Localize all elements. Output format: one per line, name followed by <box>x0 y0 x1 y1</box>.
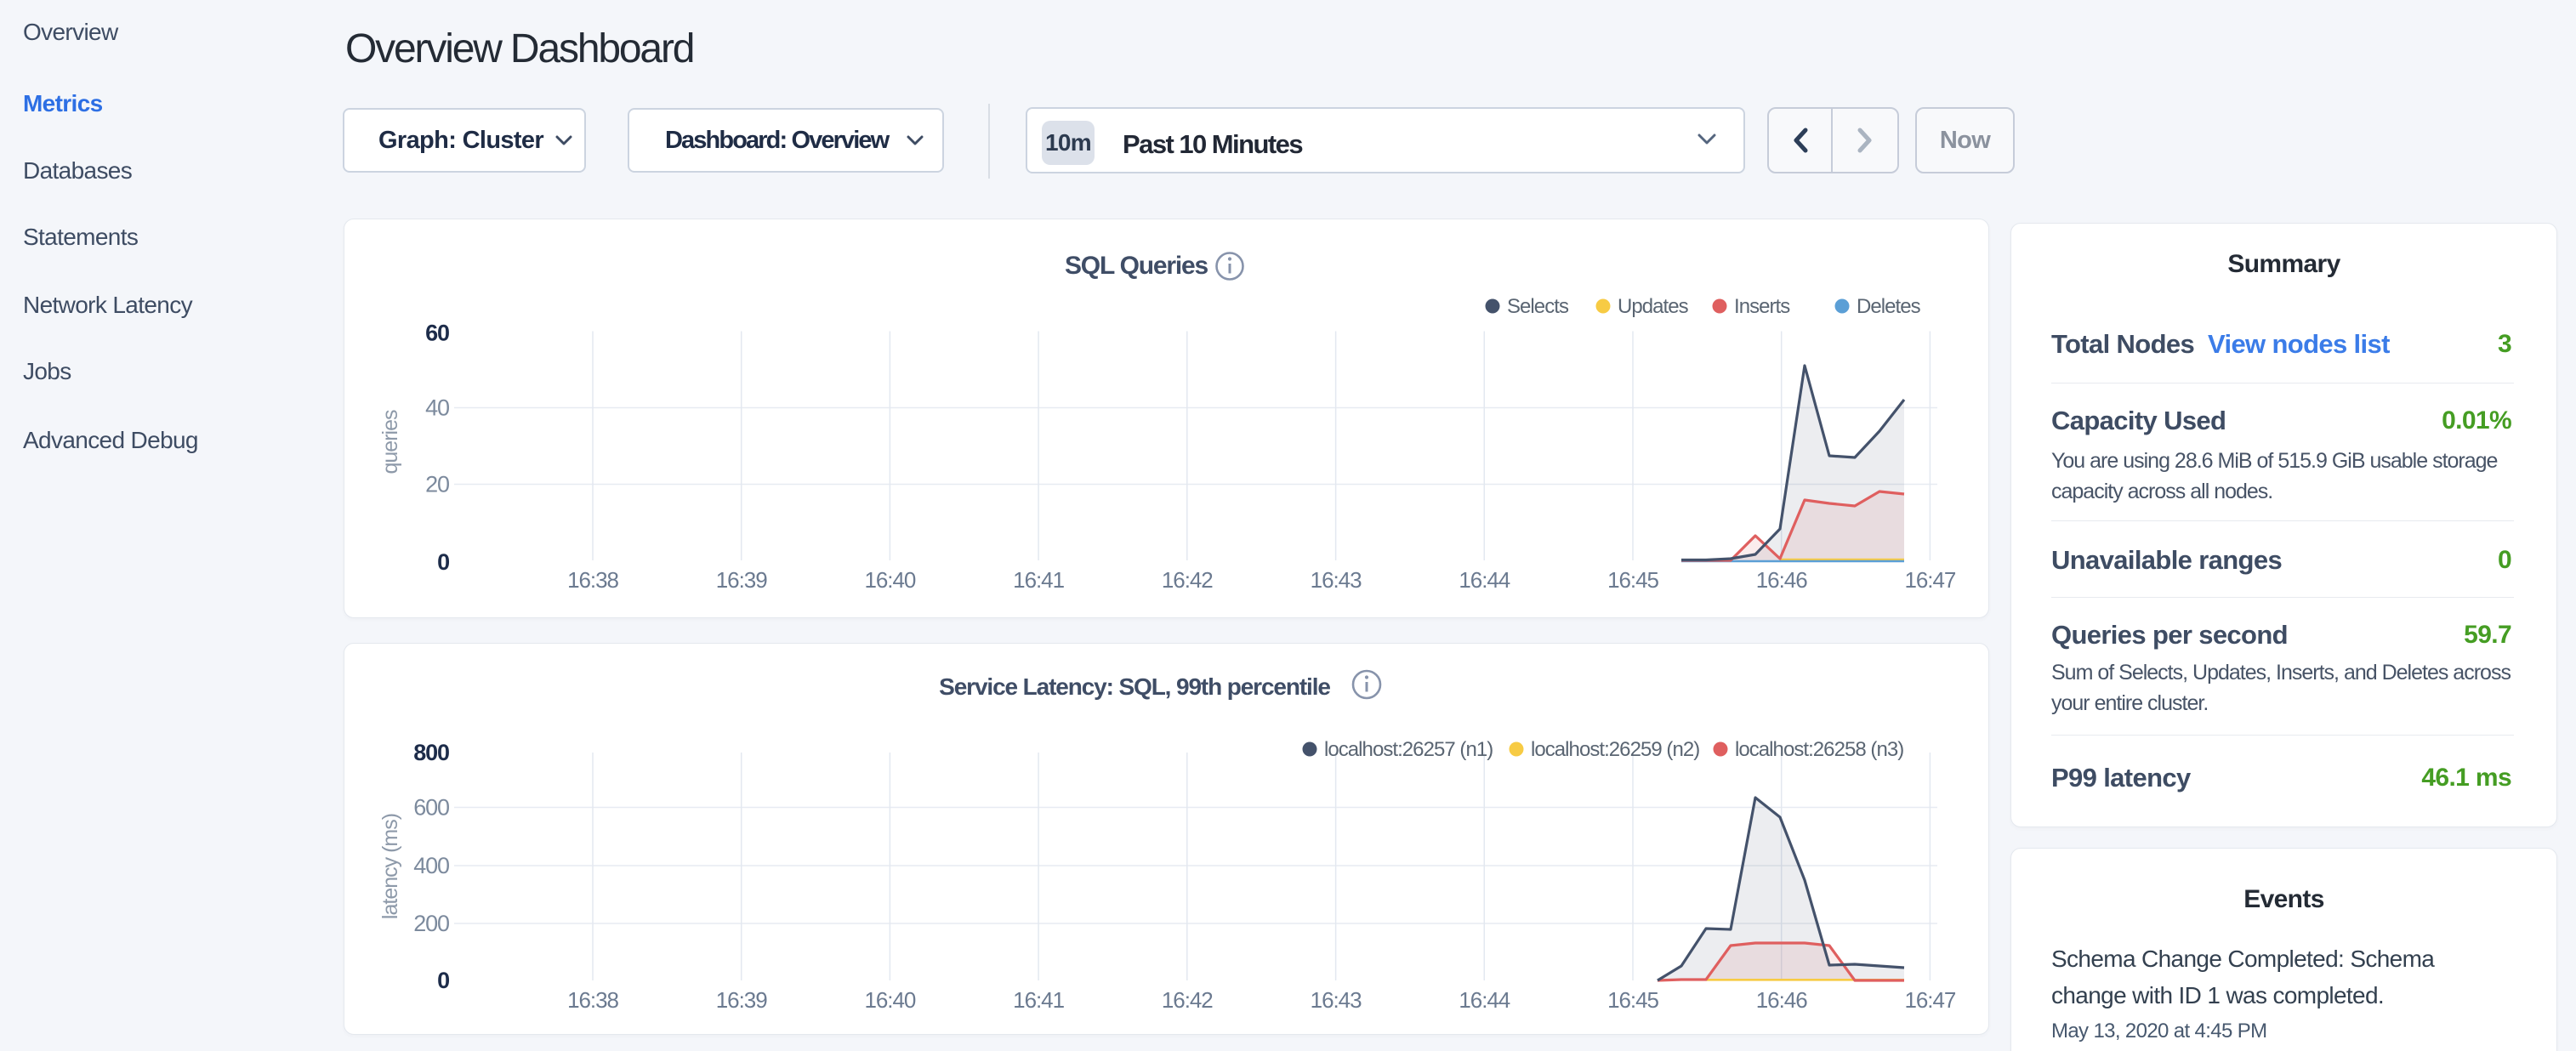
svg-text:400: 400 <box>413 853 449 878</box>
svg-text:800: 800 <box>413 740 449 765</box>
svg-text:Updates: Updates <box>1618 295 1689 318</box>
svg-text:Service Latency: SQL, 99th per: Service Latency: SQL, 99th percentile <box>939 673 1330 700</box>
svg-text:16:41: 16:41 <box>1013 567 1064 593</box>
svg-text:Inserts: Inserts <box>1734 295 1790 318</box>
svg-text:16:39: 16:39 <box>716 567 767 593</box>
svg-text:60: 60 <box>425 321 449 346</box>
svg-text:600: 600 <box>413 795 449 821</box>
svg-text:16:44: 16:44 <box>1459 567 1510 593</box>
svg-text:200: 200 <box>413 911 449 936</box>
svg-text:16:41: 16:41 <box>1013 987 1064 1013</box>
svg-text:16:47: 16:47 <box>1904 567 1955 593</box>
svg-text:16:47: 16:47 <box>1904 987 1955 1013</box>
svg-text:Deletes: Deletes <box>1857 295 1921 318</box>
svg-text:16:45: 16:45 <box>1607 987 1658 1013</box>
svg-text:16:46: 16:46 <box>1756 987 1807 1013</box>
svg-text:16:43: 16:43 <box>1311 567 1362 593</box>
svg-text:0: 0 <box>437 549 449 575</box>
svg-text:SQL Queries: SQL Queries <box>1065 252 1208 280</box>
svg-text:16:38: 16:38 <box>567 567 618 593</box>
svg-text:16:39: 16:39 <box>716 987 767 1013</box>
svg-text:16:46: 16:46 <box>1756 567 1807 593</box>
svg-text:20: 20 <box>425 472 449 497</box>
svg-text:0: 0 <box>437 968 449 993</box>
svg-text:16:42: 16:42 <box>1162 987 1213 1013</box>
svg-text:16:40: 16:40 <box>864 567 915 593</box>
svg-text:40: 40 <box>425 395 449 421</box>
svg-text:localhost:26257 (n1): localhost:26257 (n1) <box>1324 738 1493 761</box>
svg-text:localhost:26258 (n3): localhost:26258 (n3) <box>1735 738 1903 761</box>
svg-text:16:38: 16:38 <box>567 987 618 1013</box>
svg-text:Selects: Selects <box>1507 295 1569 318</box>
svg-text:16:43: 16:43 <box>1311 987 1362 1013</box>
svg-text:16:40: 16:40 <box>864 987 915 1013</box>
svg-text:queries: queries <box>378 410 402 474</box>
svg-text:16:45: 16:45 <box>1607 567 1658 593</box>
svg-text:latency (ms): latency (ms) <box>378 814 402 919</box>
svg-text:localhost:26259 (n2): localhost:26259 (n2) <box>1531 738 1699 761</box>
svg-text:16:42: 16:42 <box>1162 567 1213 593</box>
svg-text:16:44: 16:44 <box>1459 987 1510 1013</box>
